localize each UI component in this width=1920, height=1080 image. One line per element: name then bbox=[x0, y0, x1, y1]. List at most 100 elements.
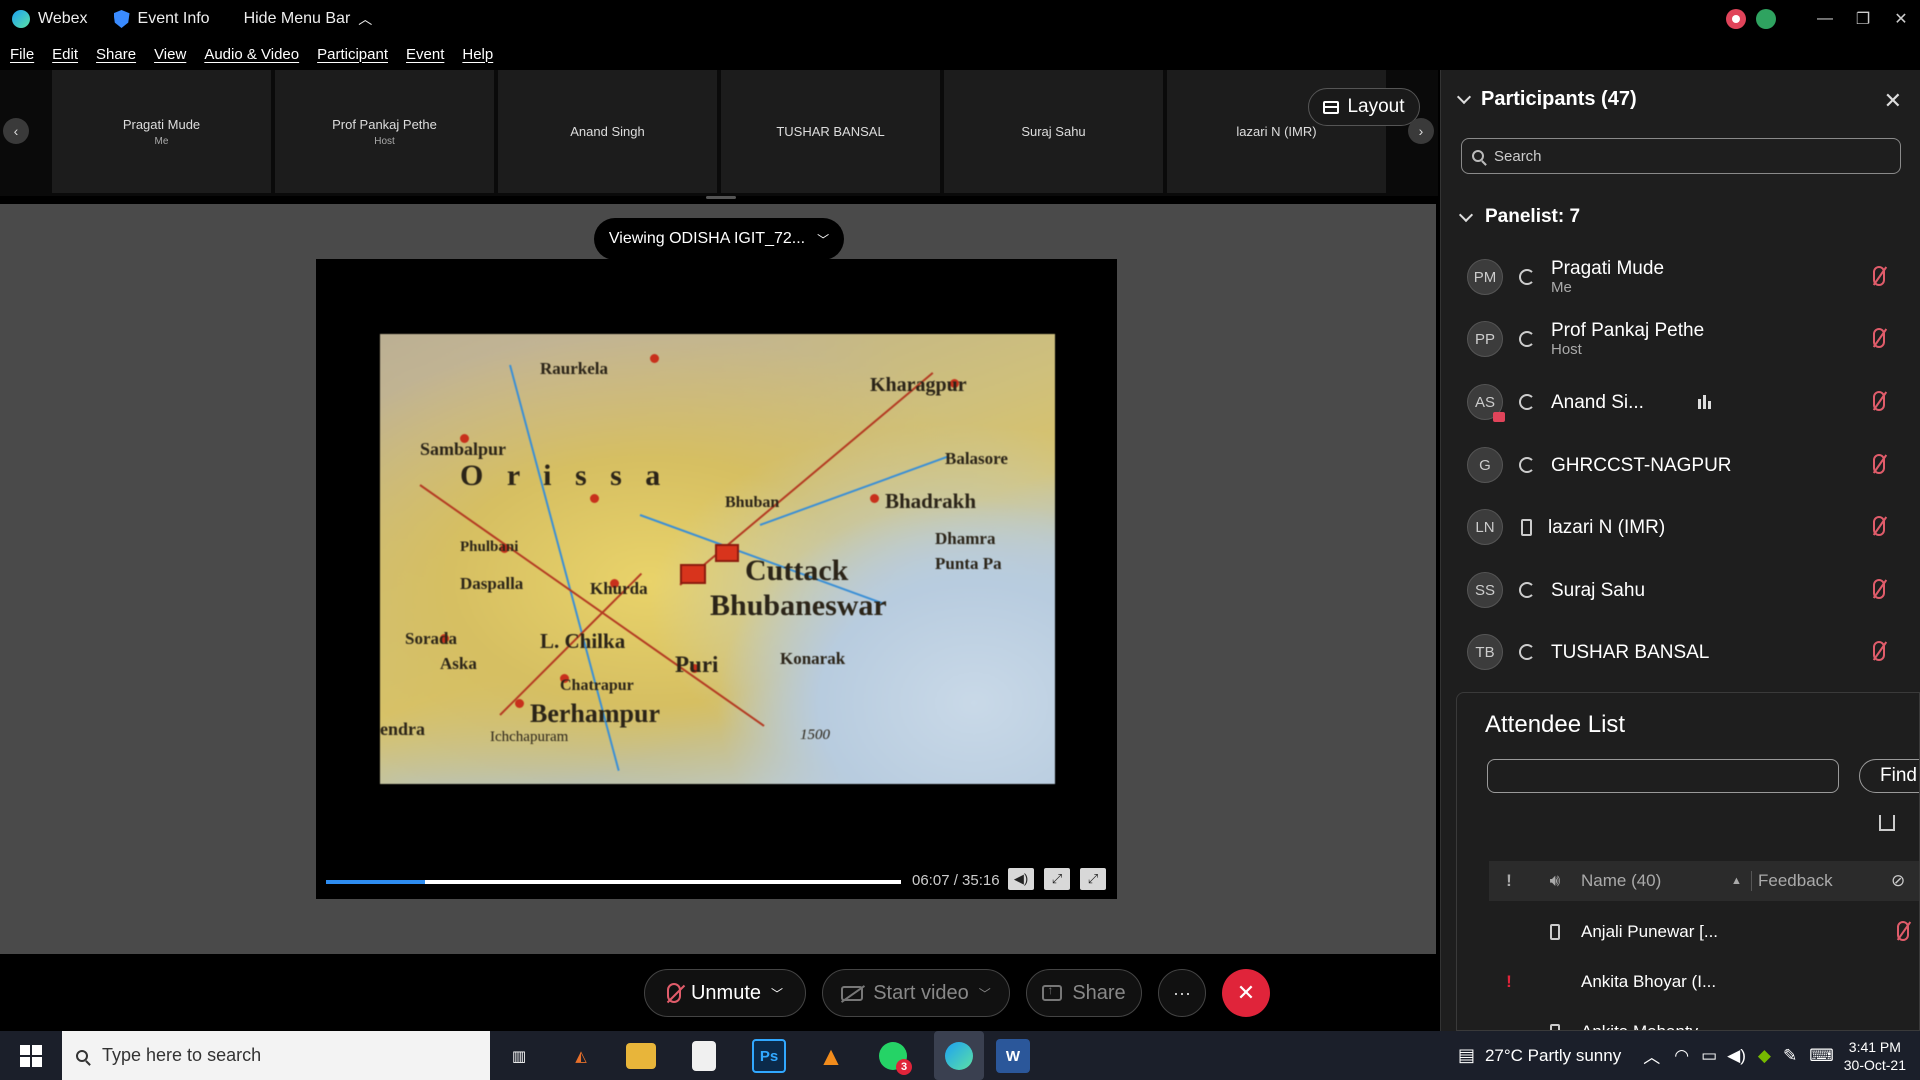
file-explorer-icon[interactable] bbox=[626, 1043, 656, 1069]
webex-icon[interactable] bbox=[934, 1031, 984, 1080]
panelist-row[interactable]: G GHRCCST-NAGPUR bbox=[1467, 440, 1897, 490]
hide-menu-bar-button[interactable]: Hide Menu Bar ︿ bbox=[244, 9, 373, 29]
microphone-column-icon[interactable]: ⊘ bbox=[1891, 871, 1905, 891]
chevron-down-icon[interactable]: ﹀ bbox=[979, 985, 991, 1002]
fullscreen-icon[interactable]: ⤢ bbox=[1080, 868, 1106, 890]
panelist-name: Pragati Mude bbox=[1551, 257, 1665, 279]
video-tile[interactable]: TUSHAR BANSAL bbox=[721, 70, 940, 193]
event-info-button[interactable]: Event Info bbox=[113, 10, 210, 28]
chevron-up-icon[interactable]: ︿ bbox=[1643, 1043, 1660, 1068]
unmute-button[interactable]: Unmute ﹀ bbox=[644, 969, 806, 1017]
photoshop-icon[interactable]: Ps bbox=[752, 1039, 786, 1073]
volume-icon[interactable]: ◀) bbox=[1727, 1046, 1746, 1066]
progress-bar[interactable] bbox=[326, 880, 901, 884]
windows-taskbar: Type here to search ▥ ◭ Ps ▲ 3 W ▤ 27°C … bbox=[0, 1031, 1920, 1080]
panelist-role: Me bbox=[1551, 278, 1572, 296]
alert-column-header[interactable]: ! bbox=[1489, 871, 1529, 891]
muted-microphone-icon[interactable] bbox=[1897, 921, 1909, 941]
menu-participant[interactable]: Participant bbox=[317, 46, 388, 63]
word-icon[interactable]: W bbox=[996, 1039, 1030, 1073]
panelist-name: Prof Pankaj Pethe bbox=[1551, 319, 1705, 341]
muted-microphone-icon[interactable] bbox=[1873, 328, 1885, 348]
muted-microphone-icon[interactable] bbox=[1873, 579, 1885, 599]
vlc-icon[interactable]: ▲ bbox=[814, 1039, 848, 1073]
windows-start-icon[interactable] bbox=[20, 1045, 42, 1067]
panelist-row[interactable]: SS Suraj Sahu bbox=[1467, 565, 1897, 615]
export-icon[interactable] bbox=[1879, 815, 1895, 831]
layout-button[interactable]: Layout bbox=[1308, 88, 1420, 126]
participant-search-input[interactable]: Search bbox=[1461, 138, 1901, 174]
menu-share[interactable]: Share bbox=[96, 46, 136, 63]
nvidia-icon[interactable]: ◆ bbox=[1758, 1046, 1771, 1066]
whatsapp-icon[interactable]: 3 bbox=[876, 1039, 912, 1075]
network-stats-icon[interactable] bbox=[1756, 9, 1776, 29]
panelist-row[interactable]: PM Pragati Mude Me bbox=[1467, 252, 1897, 302]
menu-edit[interactable]: Edit bbox=[52, 46, 78, 63]
map-label: Chatrapur bbox=[560, 677, 634, 694]
close-window-icon[interactable]: ✕ bbox=[1882, 0, 1920, 38]
attendee-row[interactable]: Anjali Punewar [... bbox=[1489, 907, 1919, 957]
document-icon[interactable] bbox=[692, 1041, 716, 1071]
map-label: Sambalpur bbox=[420, 439, 507, 459]
muted-microphone-icon[interactable] bbox=[1873, 516, 1885, 536]
video-tile[interactable]: Prof Pankaj Pethe Host bbox=[275, 70, 494, 193]
volume-icon[interactable]: ◀) bbox=[1008, 868, 1034, 890]
pop-out-icon[interactable]: ⤢ bbox=[1044, 868, 1070, 890]
map-label: Bhubaneswar bbox=[710, 589, 887, 622]
pen-icon[interactable]: ✎ bbox=[1783, 1046, 1797, 1066]
muted-microphone-icon[interactable] bbox=[1873, 641, 1885, 661]
find-button[interactable]: Find bbox=[1859, 759, 1919, 793]
unmute-label: Unmute bbox=[690, 981, 761, 1004]
muted-microphone-icon[interactable] bbox=[1873, 391, 1885, 411]
attendee-row[interactable]: Ankita Mohanty bbox=[1489, 1007, 1919, 1030]
start-video-button[interactable]: Start video ﹀ bbox=[822, 969, 1010, 1017]
participants-header[interactable]: Participants (47) bbox=[1456, 88, 1637, 111]
panelist-row[interactable]: TB TUSHAR BANSAL bbox=[1467, 627, 1897, 677]
app-name: Webex bbox=[38, 10, 88, 27]
video-tile[interactable]: Suraj Sahu bbox=[944, 70, 1163, 193]
viewing-dropdown[interactable]: Viewing ODISHA IGIT_72... ﹀ bbox=[594, 218, 844, 260]
minimize-icon[interactable]: — bbox=[1806, 0, 1844, 38]
speaker-icon[interactable]: 🔊︎ bbox=[1529, 871, 1581, 891]
menu-audio-video[interactable]: Audio & Video bbox=[204, 46, 299, 63]
map-city-dot bbox=[590, 494, 599, 503]
battery-icon[interactable]: ▭ bbox=[1701, 1046, 1717, 1066]
keyboard-icon[interactable]: ⌨ bbox=[1809, 1046, 1834, 1066]
attendee-search-input[interactable] bbox=[1487, 759, 1839, 793]
panelist-row[interactable]: PP Prof Pankaj Pethe Host bbox=[1467, 314, 1897, 364]
recording-icon[interactable] bbox=[1726, 9, 1746, 29]
weather-icon[interactable]: ▤ bbox=[1458, 1045, 1475, 1066]
panelist-section-header[interactable]: Panelist: 7 bbox=[1458, 206, 1580, 228]
attendee-list-title: Attendee List bbox=[1485, 711, 1626, 738]
sync-icon bbox=[1519, 269, 1535, 285]
taskbar-search-input[interactable]: Type here to search bbox=[62, 1031, 490, 1080]
name-column-header[interactable]: Name (40) bbox=[1581, 871, 1731, 891]
panelist-row[interactable]: AS Anand Si... bbox=[1467, 377, 1897, 427]
wifi-icon[interactable]: ◠ bbox=[1674, 1046, 1689, 1066]
muted-microphone-icon[interactable] bbox=[1873, 266, 1885, 286]
more-options-button[interactable]: ··· bbox=[1158, 969, 1206, 1017]
panelist-row[interactable]: LN lazari N (IMR) bbox=[1467, 502, 1897, 552]
menu-view[interactable]: View bbox=[154, 46, 186, 63]
matlab-icon[interactable]: ◭ bbox=[564, 1039, 598, 1073]
attendee-row[interactable]: ! Ankita Bhoyar (I... bbox=[1489, 957, 1919, 1007]
task-view-icon[interactable]: ▥ bbox=[502, 1039, 536, 1073]
resize-handle[interactable] bbox=[706, 196, 736, 199]
menu-event[interactable]: Event bbox=[406, 46, 444, 63]
feedback-column-header[interactable]: Feedback bbox=[1751, 871, 1891, 891]
chevron-down-icon[interactable]: ﹀ bbox=[771, 985, 783, 1002]
menu-help[interactable]: Help bbox=[462, 46, 493, 63]
menu-file[interactable]: File bbox=[10, 46, 34, 63]
filmstrip-next-icon[interactable]: › bbox=[1408, 118, 1434, 144]
video-tile[interactable]: Anand Singh bbox=[498, 70, 717, 193]
share-button[interactable]: Share bbox=[1026, 969, 1142, 1017]
weather-text[interactable]: 27°C Partly sunny bbox=[1485, 1046, 1621, 1066]
avatar: SS bbox=[1467, 572, 1503, 608]
restore-icon[interactable]: ❐ bbox=[1844, 0, 1882, 38]
video-tile[interactable]: Pragati Mude Me bbox=[52, 70, 271, 193]
muted-microphone-icon[interactable] bbox=[1873, 454, 1885, 474]
clock[interactable]: 3:41 PM 30-Oct-21 bbox=[1844, 1038, 1906, 1074]
leave-meeting-button[interactable]: ✕ bbox=[1222, 969, 1270, 1017]
close-panel-icon[interactable]: ✕ bbox=[1884, 88, 1902, 114]
filmstrip-prev-icon[interactable]: ‹ bbox=[3, 118, 29, 144]
